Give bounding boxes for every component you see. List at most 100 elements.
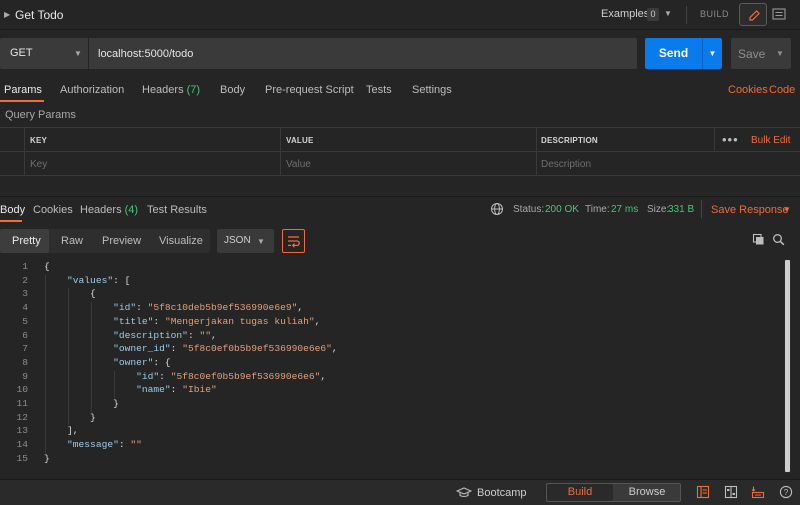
chevron-down-icon: ▼ [74, 49, 82, 58]
line-number: 6 [22, 329, 28, 341]
bootcamp-link[interactable]: Bootcamp [477, 487, 527, 499]
code-line: } [44, 452, 50, 464]
wrap-lines-button[interactable] [282, 229, 305, 253]
line-number: 4 [22, 302, 28, 314]
column-header-key: KEY [30, 136, 48, 145]
more-options-icon[interactable]: ••• [722, 132, 739, 147]
response-tab-headers[interactable]: Headers (4) [80, 204, 138, 216]
request-title[interactable]: Get Todo [15, 8, 63, 22]
build-mode-button[interactable]: Build [547, 484, 613, 501]
copy-icon[interactable] [752, 233, 765, 246]
status-value[interactable]: 200 OK [545, 204, 579, 215]
examples-dropdown[interactable]: Examples [601, 8, 649, 20]
chevron-down-icon: ▼ [257, 237, 265, 246]
tab-pre-request-script[interactable]: Pre-request Script [265, 84, 354, 96]
response-body-editor[interactable]: 1 {2 "values": [3 {4 "id": "5f8c10deb5b9e… [0, 259, 784, 473]
table-header-divider [0, 151, 800, 152]
line-number: 8 [22, 356, 28, 368]
build-mode-label: BUILD [700, 9, 730, 19]
grid-layout-icon[interactable] [724, 485, 738, 499]
code-line: "owner": { [113, 356, 171, 368]
search-icon[interactable] [772, 233, 785, 246]
code-line: "description": "", [113, 329, 217, 341]
format-preview[interactable]: Preview [102, 235, 141, 247]
line-number: 2 [22, 274, 28, 286]
tab-params[interactable]: Params [4, 84, 42, 96]
response-tab-cookies[interactable]: Cookies [33, 204, 73, 216]
code-line: { [44, 261, 50, 272]
column-header-description: DESCRIPTION [541, 136, 598, 145]
title-bar [0, 0, 800, 30]
status-label: Status: [513, 204, 545, 215]
column-divider [714, 128, 715, 151]
code-line: "owner_id": "5f8c0ef0b5b9ef536990e6e6", [113, 343, 338, 355]
help-icon[interactable]: ? [779, 485, 793, 499]
chevron-down-icon[interactable]: ▼ [664, 9, 672, 18]
params-table: KEY VALUE DESCRIPTION ••• Bulk Edit Key … [0, 127, 800, 176]
url-input[interactable] [89, 38, 637, 69]
indent-guide [91, 302, 93, 412]
tab-tests[interactable]: Tests [366, 84, 392, 96]
description-input[interactable]: Description [541, 159, 591, 170]
line-number: 12 [16, 411, 28, 423]
bootcamp-icon[interactable] [456, 487, 472, 499]
line-number: 10 [16, 384, 28, 396]
tab-body[interactable]: Body [220, 84, 245, 96]
response-tab-body[interactable]: Body [0, 204, 25, 216]
indent-guide [114, 370, 116, 398]
pane-splitter[interactable] [0, 196, 800, 197]
bulk-edit-link[interactable]: Bulk Edit [751, 135, 790, 146]
column-divider [24, 128, 25, 176]
collapse-caret-icon[interactable]: ▶ [4, 10, 10, 19]
indent-guide [68, 288, 70, 426]
cookies-link[interactable]: Cookies [728, 84, 768, 96]
time-value[interactable]: 27 ms [611, 204, 638, 215]
code-line: } [44, 411, 96, 423]
line-number: 15 [16, 452, 28, 464]
method-label: GET [10, 47, 33, 59]
response-tab-headers-label: Headers [80, 204, 122, 216]
code-line: ], [44, 425, 79, 437]
keyboard-shortcuts-icon[interactable] [751, 485, 765, 499]
scrollbar-thumb[interactable] [785, 260, 790, 472]
format-pretty[interactable]: Pretty [12, 235, 41, 247]
comments-button[interactable] [767, 3, 791, 26]
line-number: 11 [16, 398, 28, 409]
browse-mode-button[interactable]: Browse [614, 484, 680, 501]
chevron-down-icon[interactable]: ▼ [783, 205, 791, 214]
svg-text:?: ? [784, 488, 789, 497]
wrap-icon [288, 236, 300, 248]
save-label: Save [738, 47, 766, 61]
line-number: 9 [22, 370, 28, 382]
edit-button[interactable] [739, 3, 767, 26]
tab-settings[interactable]: Settings [412, 84, 452, 96]
two-pane-view-icon[interactable] [696, 485, 710, 499]
globe-icon[interactable] [490, 202, 504, 216]
key-input[interactable]: Key [30, 159, 47, 170]
line-number: 1 [22, 261, 28, 272]
divider [686, 6, 687, 24]
size-value[interactable]: 331 B [668, 204, 694, 215]
send-options-chevron-icon[interactable]: ▼ [702, 38, 722, 69]
chevron-down-icon: ▼ [776, 49, 784, 58]
format-visualize[interactable]: Visualize [159, 235, 203, 247]
tab-authorization[interactable]: Authorization [60, 84, 124, 96]
code-link[interactable]: Code [769, 84, 795, 96]
format-raw[interactable]: Raw [61, 235, 83, 247]
headers-count: (7) [186, 84, 201, 96]
response-tab-test-results[interactable]: Test Results [147, 204, 207, 216]
tab-headers[interactable]: Headers (7) [142, 84, 200, 96]
code-line: { [44, 288, 96, 300]
divider [701, 200, 702, 218]
save-response-dropdown[interactable]: Save Response [711, 204, 789, 216]
value-input[interactable]: Value [286, 159, 311, 170]
code-line: "title": "Mengerjakan tugas kuliah", [113, 315, 321, 327]
language-label: JSON [224, 235, 251, 246]
indent-guide [45, 274, 46, 453]
examples-count-badge: 0 [647, 8, 659, 21]
send-button[interactable]: Send [645, 38, 702, 69]
pencil-icon [749, 10, 760, 21]
column-header-value: VALUE [286, 136, 314, 145]
line-number: 14 [16, 439, 28, 451]
comment-icon [772, 8, 786, 20]
